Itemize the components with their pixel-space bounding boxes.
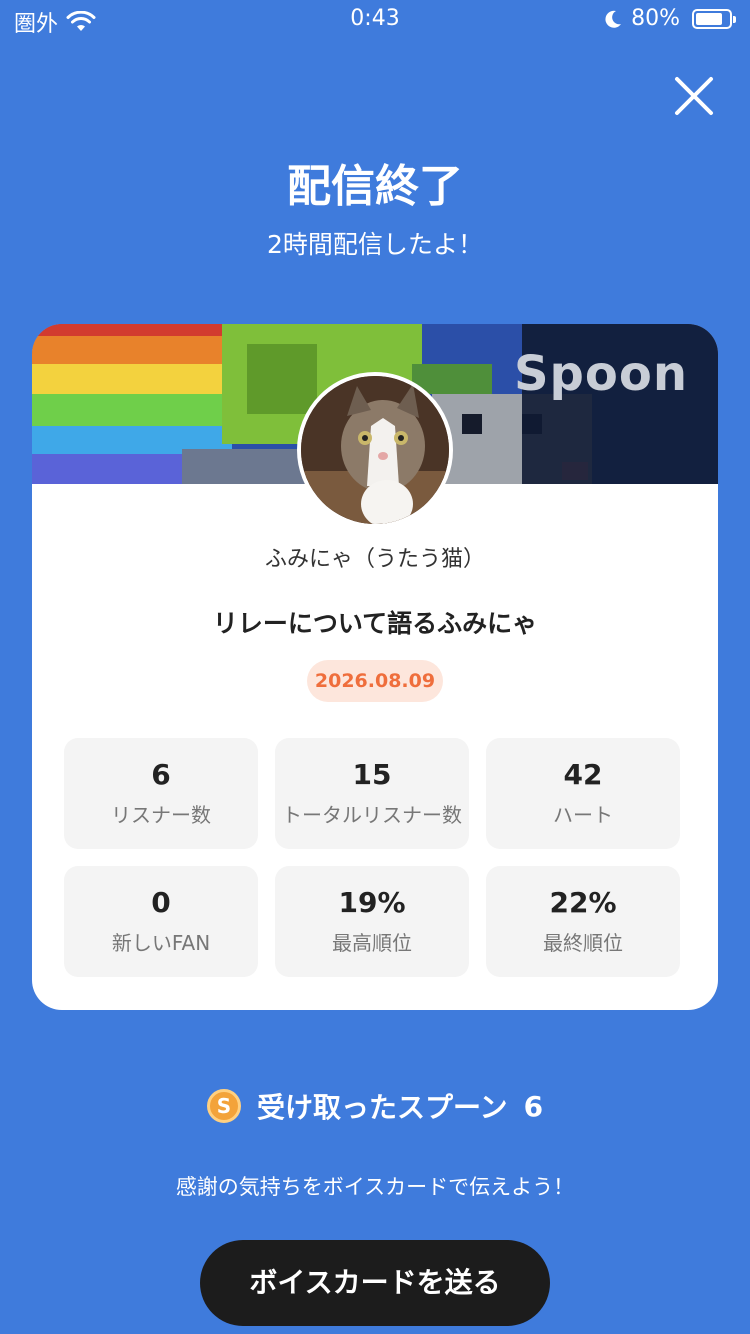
close-button[interactable] [674,76,714,116]
summary-card: Spoon ふみにゃ（うたう猫） リレーについて語るふみにゃ 2026.08.0… [32,324,718,1010]
banner-stripe [32,364,232,394]
stat-value: 19% [338,886,406,919]
status-right: 80% [603,6,736,31]
stat-label: 新しいFAN [111,931,211,955]
date-badge: 2026.08.09 [307,660,443,702]
battery-level [696,12,722,25]
stat-label: リスナー数 [111,803,211,827]
spoons-count: 6 [523,1089,544,1123]
status-bar: 圏外 0:43 80% [0,0,750,40]
page-title: 配信終了 [287,161,463,212]
close-icon [675,77,713,115]
thanks-message: 感謝の気持ちをボイスカードで伝えよう！ [175,1175,575,1199]
moon-icon [605,10,622,28]
banner-pixel-art [247,344,317,414]
stat-value: 6 [151,758,171,791]
stat-value: 42 [563,758,603,791]
stats-grid: 6 リスナー数 15 トータルリスナー数 42 ハート 0 新しいFAN 19%… [64,738,680,977]
stat-total-listeners: 15 トータルリスナー数 [275,738,469,849]
username: ふみにゃ（うたう猫） [264,547,485,572]
banner-pixel-art [462,414,482,434]
stat-best-rank: 19% 最高順位 [275,866,469,977]
stat-label: ハート [553,803,613,827]
banner-stripe [32,394,232,426]
stat-final-rank: 22% 最終順位 [486,866,680,977]
avatar[interactable] [297,372,453,528]
stat-label: 最終順位 [543,931,623,955]
stat-label: 最高順位 [332,931,412,955]
stream-ended-screen: 圏外 0:43 80% 配信終了 2時間配信したよ！ Spoon ふみにゃ（うた… [0,0,750,1334]
spoon-logo: Spoon [513,346,688,402]
stat-label: トータルリスナー数 [282,803,462,827]
stat-hearts: 42 ハート [486,738,680,849]
send-voice-card-button[interactable]: ボイスカードを送る [200,1240,550,1326]
stat-listeners: 6 リスナー数 [64,738,258,849]
battery-percent: 80% [631,6,680,31]
stat-value: 0 [151,886,171,919]
page-subtitle: 2時間配信したよ！ [267,230,483,259]
stat-value: 15 [352,758,392,791]
stat-new-fans: 0 新しいFAN [64,866,258,977]
spoons-received: S 受け取ったスプーン 6 [0,1086,750,1126]
spoons-label: 受け取ったスプーン [256,1091,508,1124]
battery-icon [692,8,736,29]
spoon-coin-icon: S [206,1089,241,1123]
banner-stripe [32,324,232,336]
banner-stripe [32,336,232,364]
cat-avatar-image [301,376,449,524]
stat-value: 22% [549,886,617,919]
live-title: リレーについて語るふみにゃ [212,609,538,638]
